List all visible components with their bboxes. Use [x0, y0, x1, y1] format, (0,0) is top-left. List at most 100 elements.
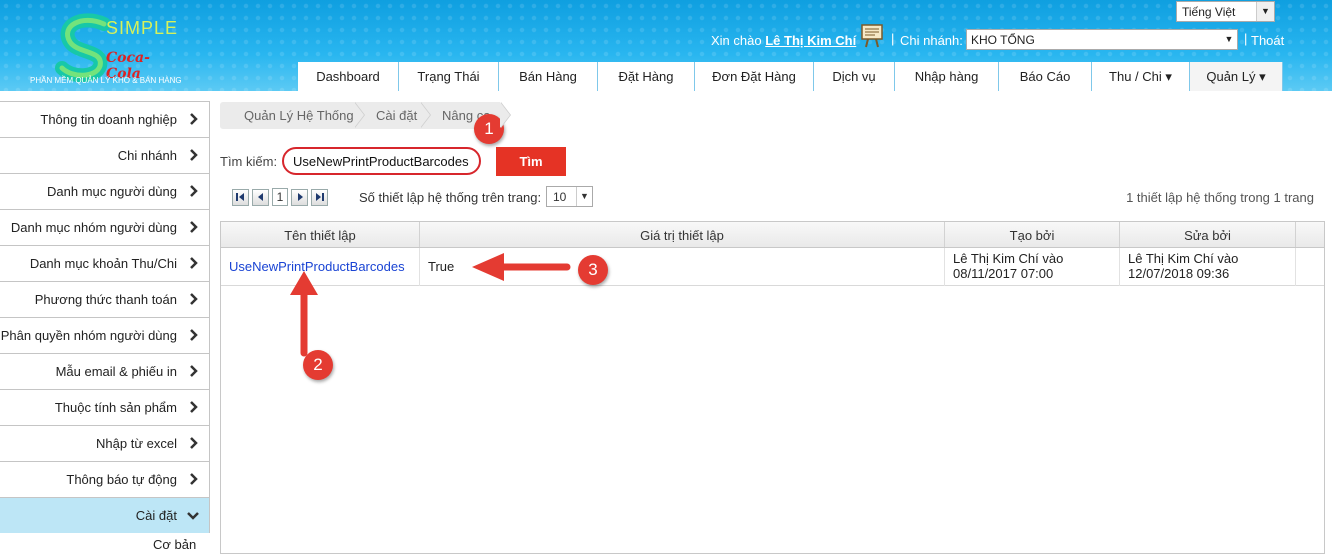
breadcrumb-label: Quản Lý Hệ Thống [244, 108, 354, 123]
sidebar-item-label: Nhập từ excel [96, 436, 177, 451]
language-value: Tiếng Việt [1182, 5, 1236, 19]
branch-value: KHO TỔNG [971, 33, 1035, 47]
chevron-right-icon [190, 113, 198, 125]
nav-dich-vu[interactable]: Dịch vụ [814, 62, 895, 91]
chevron-right-icon [190, 149, 198, 161]
breadcrumb-separator [500, 102, 510, 128]
prev-page-icon [257, 193, 263, 201]
current-page[interactable]: 1 [272, 188, 288, 206]
nav-quan-ly[interactable]: Quản Lý ▾ [1190, 62, 1283, 91]
header-divider: | [891, 31, 895, 46]
logo-text: SIMPLE [106, 18, 179, 38]
sidebar-item-label: Thông tin doanh nghiệp [40, 112, 177, 127]
sidebar-item-label: Thông báo tự động [66, 472, 177, 487]
language-select[interactable]: Tiếng Việt ▼ [1176, 1, 1275, 22]
last-page-icon [316, 193, 324, 201]
sidebar-item-label: Thuộc tính sản phẩm [54, 400, 177, 415]
nav-dat-hang[interactable]: Đặt Hàng [598, 62, 695, 91]
branch-label: Chi nhánh: [900, 33, 963, 48]
sidebar-item-phan-quyen-nhom-nguoi-dung[interactable]: Phân quyền nhóm người dùng [0, 317, 210, 353]
nav-bao-cao[interactable]: Báo Cáo [999, 62, 1092, 91]
annotation-marker-2: 2 [303, 350, 333, 380]
chevron-down-icon: ▼ [1256, 2, 1274, 21]
sidebar-item-label: Danh mục nhóm người dùng [10, 220, 177, 235]
sidebar-item-thong-bao-tu-dong[interactable]: Thông báo tự động [0, 461, 210, 497]
nav-nhap-hang[interactable]: Nhập hàng [895, 62, 999, 91]
arrow-up-annotation [290, 271, 318, 357]
sidebar-subitem-label: Cơ bản [153, 537, 197, 552]
greeting: Xin chào Lê Thị Kim Chí [711, 33, 856, 48]
breadcrumb-item[interactable]: Quản Lý Hệ Thống [220, 102, 365, 129]
chevron-down-icon: ▼ [1224, 34, 1234, 44]
search-label: Tìm kiếm: [220, 154, 278, 169]
pager: 1 [232, 188, 331, 206]
modified-by-cell: Lê Thị Kim Chí vào 12/07/2018 09:36 [1120, 248, 1296, 286]
nav-dashboard[interactable]: Dashboard [298, 62, 399, 91]
created-at: 08/11/2017 07:00 [953, 266, 1054, 281]
search-button[interactable]: Tìm [496, 147, 566, 176]
column-header-created-by[interactable]: Tạo bởi [945, 222, 1120, 247]
sidebar-item-phuong-thuc-thanh-toan[interactable]: Phương thức thanh toán [0, 281, 210, 317]
breadcrumb-label: Cài đặt [376, 108, 418, 123]
sidebar-item-label: Danh mục người dùng [47, 184, 177, 199]
created-by: Lê Thị Kim Chí vào [953, 251, 1064, 266]
modified-by: Lê Thị Kim Chí vào [1128, 251, 1239, 266]
first-page-icon [236, 193, 244, 201]
prev-page-button[interactable] [252, 188, 269, 206]
last-page-button[interactable] [311, 188, 328, 206]
chevron-right-icon [190, 473, 198, 485]
created-by-cell: Lê Thị Kim Chí vào 08/11/2017 07:00 [945, 248, 1120, 286]
sidebar-item-chi-nhanh[interactable]: Chi nhánh [0, 137, 210, 173]
sidebar-item-nhap-tu-excel[interactable]: Nhập từ excel [0, 425, 210, 461]
sidebar-item-label: Danh mục khoản Thu/Chi [29, 256, 177, 271]
nav-ban-hang[interactable]: Bán Hàng [499, 62, 598, 91]
chevron-right-icon [190, 257, 198, 269]
sidebar-item-thuoc-tinh-san-pham[interactable]: Thuộc tính sản phẩm [0, 389, 210, 425]
chevron-right-icon [190, 293, 198, 305]
user-name-link[interactable]: Lê Thị Kim Chí [765, 33, 856, 48]
sidebar-item-thong-tin-doanh-nghiep[interactable]: Thông tin doanh nghiệp [0, 101, 210, 137]
sidebar-item-danh-muc-nhom-nguoi-dung[interactable]: Danh mục nhóm người dùng [0, 209, 210, 245]
sidebar-item-danh-muc-khoan-thu-chi[interactable]: Danh mục khoản Thu/Chi [0, 245, 210, 281]
greeting-text: Xin chào [711, 33, 762, 48]
modified-at: 12/07/2018 09:36 [1128, 266, 1230, 281]
page-info: 1 thiết lập hệ thống trong 1 trang [1126, 190, 1314, 205]
per-page-label: Số thiết lập hệ thống trên trang: [359, 190, 542, 205]
notice-board-icon[interactable] [860, 22, 884, 48]
sidebar-item-label: Phương thức thanh toán [34, 292, 177, 307]
chevron-down-icon: ▼ [576, 187, 592, 206]
chevron-down-icon [187, 512, 199, 520]
sidebar-subitem-co-ban[interactable]: Cơ bản [0, 533, 210, 555]
main-nav: Dashboard Trạng Thái Bán Hàng Đặt Hàng Đ… [298, 62, 1283, 91]
search-input[interactable] [282, 147, 481, 175]
first-page-button[interactable] [232, 188, 249, 206]
header-divider: | [1244, 31, 1248, 46]
sidebar-item-label: Mẫu email & phiếu in [55, 364, 177, 379]
app-logo[interactable]: SIMPLE Coca-Cola PHẦN MỀM QUẢN LÝ KHO & … [22, 6, 182, 86]
per-page-select[interactable]: 10 ▼ [546, 186, 593, 207]
chevron-right-icon [190, 365, 198, 377]
next-page-icon [297, 193, 303, 201]
chevron-right-icon [190, 437, 198, 449]
sidebar-item-mau-email-phieu-in[interactable]: Mẫu email & phiếu in [0, 353, 210, 389]
column-header-modified-by[interactable]: Sửa bởi [1120, 222, 1296, 247]
chevron-right-icon [190, 221, 198, 233]
nav-thu-chi[interactable]: Thu / Chi ▾ [1092, 62, 1190, 91]
chevron-right-icon [190, 329, 198, 341]
sidebar-item-label: Chi nhánh [117, 148, 177, 163]
sidebar-item-label: Cài đặt [135, 508, 177, 523]
sidebar-item-label: Phân quyền nhóm người dùng [0, 328, 177, 343]
annotation-arrows [290, 253, 571, 357]
chevron-right-icon [190, 185, 198, 197]
nav-trang-thai[interactable]: Trạng Thái [399, 62, 499, 91]
next-page-button[interactable] [291, 188, 308, 206]
annotation-marker-3: 3 [578, 255, 608, 285]
sidebar-item-cai-dat[interactable]: Cài đặt [0, 497, 210, 533]
nav-don-dat-hang[interactable]: Đơn Đặt Hàng [695, 62, 814, 91]
breadcrumb: Quản Lý Hệ Thống Cài đặt Nâng ca [220, 102, 511, 129]
branch-select[interactable]: KHO TỔNG ▼ [966, 29, 1238, 50]
sidebar-item-danh-muc-nguoi-dung[interactable]: Danh mục người dùng [0, 173, 210, 209]
per-page-value: 10 [553, 190, 567, 204]
breadcrumb-separator [420, 102, 430, 128]
logout-link[interactable]: Thoát [1251, 33, 1284, 48]
